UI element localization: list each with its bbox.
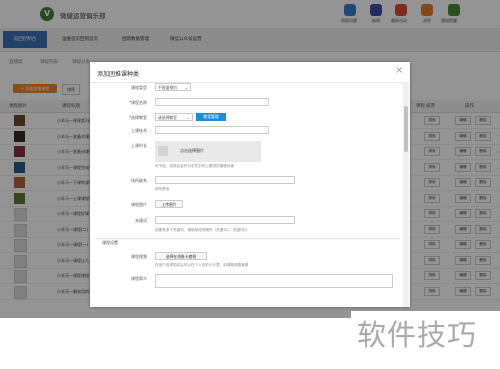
teacher-input[interactable] xyxy=(155,126,269,134)
course-name-input[interactable] xyxy=(155,98,269,106)
dialog-scroll-thumb[interactable] xyxy=(404,106,408,152)
course-name-label: *课程名称 xyxy=(129,100,147,105)
image-icon xyxy=(158,146,168,156)
keyword-input[interactable] xyxy=(155,216,295,224)
video-hint: 在用户选择购买后可以在个人页的卡片里，填课程观看套餐 xyxy=(155,263,249,267)
course-intro-label: 课程简介 xyxy=(131,276,147,281)
chevron-down-icon: ⌄ xyxy=(186,115,190,120)
classroom-select[interactable]: 请选择教室 ⌄ xyxy=(155,113,193,121)
classroom-label: *选择教室 xyxy=(129,115,147,120)
section-title: 课程设置 xyxy=(102,240,118,245)
select-package-button[interactable]: 选择在线推卡套餐 xyxy=(155,252,207,260)
close-icon[interactable]: × xyxy=(395,65,403,76)
section-divider xyxy=(95,238,400,239)
upload-text: 点击选择图片 xyxy=(180,148,204,153)
upload-image-button[interactable]: 上传图片 xyxy=(155,200,183,208)
keyword-label: 关键词 xyxy=(135,218,147,223)
dialog-title: 添加团推课种类 xyxy=(97,71,140,78)
cover-upload-area[interactable]: 点击选择图片 xyxy=(155,141,261,162)
course-type-value: 不限量预约 xyxy=(158,85,177,90)
add-course-dialog: 添加团推课种类 × 课程类型 不限量预约 ⌄ *课程名称 *选择教室 请选择教室… xyxy=(90,62,410,307)
course-pic-label: 课程图片 xyxy=(131,202,147,207)
classroom-manage-button[interactable]: 教室管理 xyxy=(196,113,226,121)
dialog-header: 添加团推课种类 × xyxy=(90,62,410,83)
keyword-hint: 如果有多个关键词，请使用逗号隔开（关键词1，关键词2） xyxy=(155,228,250,232)
video-label: 课程视频 xyxy=(131,254,147,259)
contact-hint: 场所联系 xyxy=(155,187,170,191)
contact-label: 场所联系 xyxy=(131,178,147,183)
watermark: 软件技巧 xyxy=(357,318,478,352)
teacher-label: 上课技术 xyxy=(131,128,147,133)
course-type-select[interactable]: 不限量预约 ⌄ xyxy=(155,83,191,91)
cover-label: 上课时长 xyxy=(131,143,147,148)
course-type-label: 课程类型 xyxy=(131,85,147,90)
contact-input[interactable] xyxy=(155,176,295,184)
chevron-down-icon: ⌄ xyxy=(184,85,188,90)
course-intro-textarea[interactable] xyxy=(155,274,393,288)
classroom-value: 请选择教室 xyxy=(158,115,177,120)
cover-hint: 可不选，选择后会作为学员手机上看到的课程封面 xyxy=(155,164,235,168)
